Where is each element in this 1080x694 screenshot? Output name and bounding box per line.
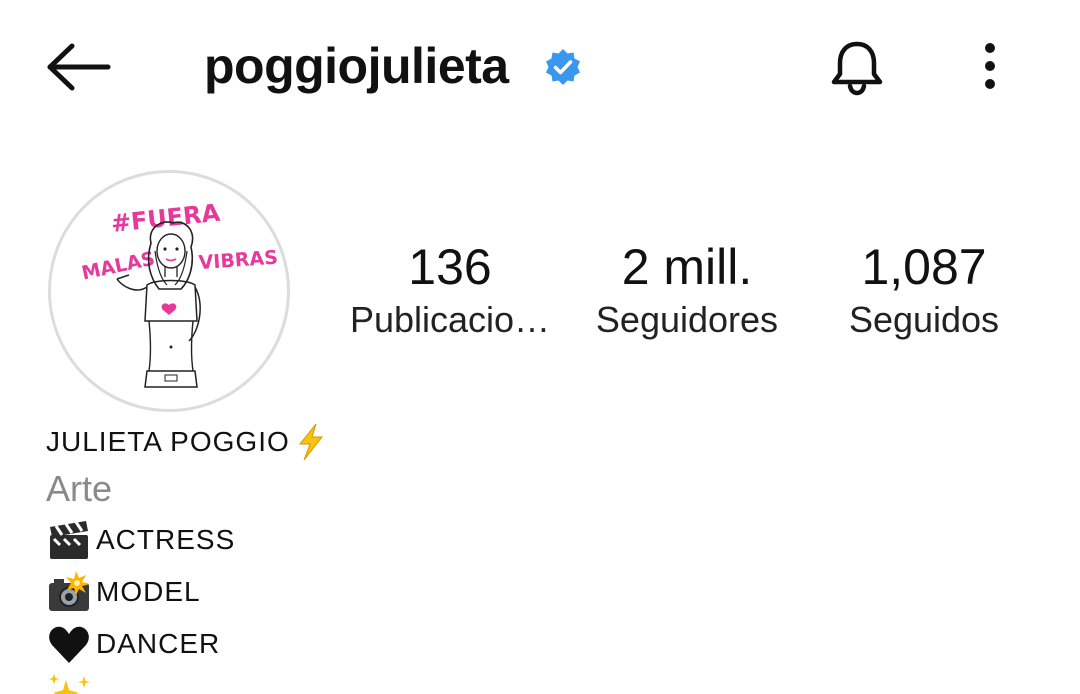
avatar-text-fuera: #FUERA [110, 199, 222, 238]
sparkles-icon [46, 674, 94, 694]
profile-username: poggiojulieta [204, 38, 509, 94]
avatar-illustration: #FUERA MALAS VIBRAS [80, 199, 279, 388]
profile-full-name: JULIETA POGGIO [46, 426, 290, 457]
following-count: 1,087 [861, 239, 987, 295]
profile-category: Arte [46, 468, 113, 509]
profile-page: poggiojulieta #FUERA MALAS VIBRAS 136 Pu… [0, 0, 1080, 694]
avatar-text-vibras: VIBRAS [198, 247, 279, 274]
bio-name-row: JULIETA POGGIO [46, 420, 1026, 464]
clapper-board-icon [46, 517, 92, 563]
bio-line-actress: ACTRESS [46, 514, 1026, 566]
notifications-button[interactable] [826, 36, 888, 98]
black-heart-icon [46, 621, 92, 667]
bio-line-text: MODEL [96, 576, 201, 607]
stat-following[interactable]: 1,087 Seguidos [826, 236, 1022, 342]
bio-line-sparkles [46, 670, 1026, 694]
lightning-icon [294, 422, 328, 462]
followers-label: Seguidores [595, 299, 779, 340]
bio-line-text: DANCER [96, 628, 221, 659]
profile-bio: JULIETA POGGIO Arte ACTRESS MODEL DANCER [46, 420, 1026, 694]
following-label: Seguidos [848, 299, 1000, 340]
bio-line-dancer: DANCER [46, 618, 1026, 670]
profile-avatar[interactable]: #FUERA MALAS VIBRAS [48, 170, 290, 412]
stat-followers[interactable]: 2 mill. Seguidores [578, 236, 796, 342]
profile-header: poggiojulieta [0, 0, 1080, 132]
bell-icon [831, 41, 883, 96]
bio-line-model: MODEL [46, 566, 1026, 618]
posts-count: 136 [408, 239, 492, 295]
bio-line-text: ACTRESS [96, 524, 236, 555]
more-vertical-icon [985, 43, 995, 89]
more-options-button[interactable] [974, 40, 1006, 92]
back-button[interactable] [44, 42, 114, 92]
camera-flash-icon [46, 569, 92, 615]
verified-badge-icon [543, 47, 583, 87]
followers-count: 2 mill. [621, 239, 753, 295]
arrow-left-icon [47, 43, 111, 91]
avatar-image: #FUERA MALAS VIBRAS [59, 181, 279, 401]
posts-label: Publicacio… [349, 299, 551, 340]
stat-posts[interactable]: 136 Publicacio… [340, 236, 560, 347]
